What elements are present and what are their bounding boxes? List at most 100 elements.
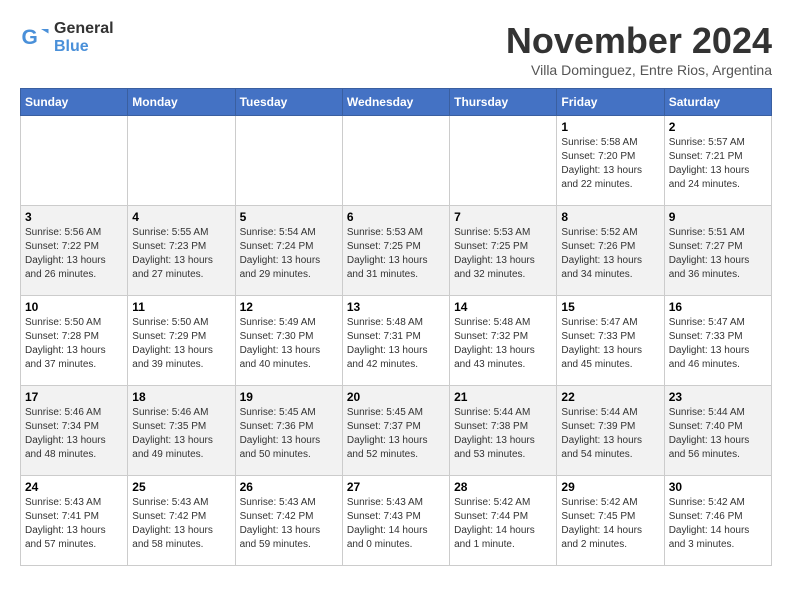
calendar-cell-4-0: 24 Sunrise: 5:43 AM Sunset: 7:41 PM Dayli… (21, 476, 128, 566)
day-number: 15 (561, 300, 659, 314)
calendar-cell-3-6: 23 Sunrise: 5:44 AM Sunset: 7:40 PM Dayli… (664, 386, 771, 476)
calendar-cell-4-3: 27 Sunrise: 5:43 AM Sunset: 7:43 PM Dayli… (342, 476, 449, 566)
day-info: Sunrise: 5:44 AM Sunset: 7:39 PM Dayligh… (561, 406, 659, 462)
day-info: Sunrise: 5:56 AM Sunset: 7:22 PM Dayligh… (25, 226, 123, 282)
day-info: Sunrise: 5:50 AM Sunset: 7:29 PM Dayligh… (132, 316, 230, 372)
calendar-week-5: 24 Sunrise: 5:43 AM Sunset: 7:41 PM Dayli… (21, 476, 772, 566)
calendar-cell-1-2: 5 Sunrise: 5:54 AM Sunset: 7:24 PM Daylig… (235, 206, 342, 296)
day-number: 12 (240, 300, 338, 314)
day-info: Sunrise: 5:54 AM Sunset: 7:24 PM Dayligh… (240, 226, 338, 282)
day-number: 21 (454, 390, 552, 404)
calendar-cell-3-5: 22Sunrise: 5:44 AM Sunset: 7:39 PM Dayli… (557, 386, 664, 476)
day-number: 3 (25, 210, 123, 224)
calendar-cell-1-1: 4 Sunrise: 5:55 AM Sunset: 7:23 PM Daylig… (128, 206, 235, 296)
calendar-body: 1 Sunrise: 5:58 AM Sunset: 7:20 PM Daylig… (21, 116, 772, 566)
day-number: 27 (347, 480, 445, 494)
day-number: 23 (669, 390, 767, 404)
day-number: 25 (132, 480, 230, 494)
day-number: 14 (454, 300, 552, 314)
day-info: Sunrise: 5:42 AM Sunset: 7:46 PM Dayligh… (669, 496, 767, 552)
calendar-cell-0-0 (21, 116, 128, 206)
day-number: 18 (132, 390, 230, 404)
calendar-cell-3-2: 19Sunrise: 5:45 AM Sunset: 7:36 PM Dayli… (235, 386, 342, 476)
calendar-week-1: 1 Sunrise: 5:58 AM Sunset: 7:20 PM Daylig… (21, 116, 772, 206)
logo-general: General (54, 20, 114, 38)
title-block: November 2024 Villa Dominguez, Entre Rio… (506, 20, 772, 78)
calendar-cell-2-5: 15 Sunrise: 5:47 AM Sunset: 7:33 PM Dayli… (557, 296, 664, 386)
calendar-cell-4-4: 28 Sunrise: 5:42 AM Sunset: 7:44 PM Dayli… (450, 476, 557, 566)
day-number: 10 (25, 300, 123, 314)
calendar-cell-3-1: 18Sunrise: 5:46 AM Sunset: 7:35 PM Dayli… (128, 386, 235, 476)
day-info: Sunrise: 5:43 AM Sunset: 7:43 PM Dayligh… (347, 496, 445, 552)
day-info: Sunrise: 5:58 AM Sunset: 7:20 PM Dayligh… (561, 136, 659, 192)
calendar-cell-2-1: 11 Sunrise: 5:50 AM Sunset: 7:29 PM Dayli… (128, 296, 235, 386)
calendar-cell-3-3: 20Sunrise: 5:45 AM Sunset: 7:37 PM Dayli… (342, 386, 449, 476)
day-info: Sunrise: 5:53 AM Sunset: 7:25 PM Dayligh… (347, 226, 445, 282)
day-number: 8 (561, 210, 659, 224)
day-number: 5 (240, 210, 338, 224)
day-info: Sunrise: 5:43 AM Sunset: 7:42 PM Dayligh… (240, 496, 338, 552)
calendar-cell-0-4 (450, 116, 557, 206)
day-info: Sunrise: 5:46 AM Sunset: 7:34 PM Dayligh… (25, 406, 123, 462)
day-number: 7 (454, 210, 552, 224)
header-sunday: Sunday (21, 89, 128, 116)
calendar-cell-1-5: 8 Sunrise: 5:52 AM Sunset: 7:26 PM Daylig… (557, 206, 664, 296)
day-info: Sunrise: 5:57 AM Sunset: 7:21 PM Dayligh… (669, 136, 767, 192)
day-info: Sunrise: 5:47 AM Sunset: 7:33 PM Dayligh… (561, 316, 659, 372)
day-info: Sunrise: 5:47 AM Sunset: 7:33 PM Dayligh… (669, 316, 767, 372)
calendar-week-2: 3 Sunrise: 5:56 AM Sunset: 7:22 PM Daylig… (21, 206, 772, 296)
header-thursday: Thursday (450, 89, 557, 116)
day-info: Sunrise: 5:43 AM Sunset: 7:42 PM Dayligh… (132, 496, 230, 552)
day-number: 30 (669, 480, 767, 494)
day-info: Sunrise: 5:51 AM Sunset: 7:27 PM Dayligh… (669, 226, 767, 282)
day-number: 6 (347, 210, 445, 224)
day-info: Sunrise: 5:45 AM Sunset: 7:36 PM Dayligh… (240, 406, 338, 462)
day-number: 4 (132, 210, 230, 224)
calendar-cell-0-1 (128, 116, 235, 206)
day-number: 28 (454, 480, 552, 494)
day-info: Sunrise: 5:44 AM Sunset: 7:40 PM Dayligh… (669, 406, 767, 462)
day-number: 11 (132, 300, 230, 314)
calendar-cell-1-0: 3 Sunrise: 5:56 AM Sunset: 7:22 PM Daylig… (21, 206, 128, 296)
calendar-cell-3-4: 21 Sunrise: 5:44 AM Sunset: 7:38 PM Dayli… (450, 386, 557, 476)
header-friday: Friday (557, 89, 664, 116)
location-subtitle: Villa Dominguez, Entre Rios, Argentina (506, 62, 772, 78)
svg-text:G: G (22, 26, 38, 49)
day-info: Sunrise: 5:55 AM Sunset: 7:23 PM Dayligh… (132, 226, 230, 282)
calendar-cell-2-3: 13 Sunrise: 5:48 AM Sunset: 7:31 PM Dayli… (342, 296, 449, 386)
day-number: 2 (669, 120, 767, 134)
calendar-cell-2-6: 16 Sunrise: 5:47 AM Sunset: 7:33 PM Dayli… (664, 296, 771, 386)
calendar-header: Sunday Monday Tuesday Wednesday Thursday… (21, 89, 772, 116)
month-title: November 2024 (506, 20, 772, 62)
header-tuesday: Tuesday (235, 89, 342, 116)
calendar-cell-1-3: 6 Sunrise: 5:53 AM Sunset: 7:25 PM Daylig… (342, 206, 449, 296)
day-number: 24 (25, 480, 123, 494)
day-number: 13 (347, 300, 445, 314)
logo-text: General Blue (54, 20, 114, 55)
day-number: 1 (561, 120, 659, 134)
day-info: Sunrise: 5:48 AM Sunset: 7:31 PM Dayligh… (347, 316, 445, 372)
calendar-cell-4-6: 30 Sunrise: 5:42 AM Sunset: 7:46 PM Dayli… (664, 476, 771, 566)
day-info: Sunrise: 5:42 AM Sunset: 7:44 PM Dayligh… (454, 496, 552, 552)
logo-blue: Blue (54, 38, 114, 56)
logo-icon: G (20, 23, 50, 53)
calendar-cell-4-2: 26 Sunrise: 5:43 AM Sunset: 7:42 PM Dayli… (235, 476, 342, 566)
calendar-cell-2-0: 10Sunrise: 5:50 AM Sunset: 7:28 PM Dayli… (21, 296, 128, 386)
calendar-cell-1-6: 9Sunrise: 5:51 AM Sunset: 7:27 PM Daylig… (664, 206, 771, 296)
day-info: Sunrise: 5:52 AM Sunset: 7:26 PM Dayligh… (561, 226, 659, 282)
header-wednesday: Wednesday (342, 89, 449, 116)
calendar-week-4: 17 Sunrise: 5:46 AM Sunset: 7:34 PM Dayli… (21, 386, 772, 476)
calendar-cell-4-5: 29Sunrise: 5:42 AM Sunset: 7:45 PM Dayli… (557, 476, 664, 566)
day-info: Sunrise: 5:43 AM Sunset: 7:41 PM Dayligh… (25, 496, 123, 552)
calendar-cell-0-5: 1 Sunrise: 5:58 AM Sunset: 7:20 PM Daylig… (557, 116, 664, 206)
calendar-cell-0-3 (342, 116, 449, 206)
day-info: Sunrise: 5:44 AM Sunset: 7:38 PM Dayligh… (454, 406, 552, 462)
calendar-table: Sunday Monday Tuesday Wednesday Thursday… (20, 88, 772, 566)
day-number: 17 (25, 390, 123, 404)
calendar-week-3: 10Sunrise: 5:50 AM Sunset: 7:28 PM Dayli… (21, 296, 772, 386)
calendar-cell-0-6: 2 Sunrise: 5:57 AM Sunset: 7:21 PM Daylig… (664, 116, 771, 206)
day-number: 26 (240, 480, 338, 494)
day-info: Sunrise: 5:53 AM Sunset: 7:25 PM Dayligh… (454, 226, 552, 282)
day-number: 16 (669, 300, 767, 314)
day-info: Sunrise: 5:48 AM Sunset: 7:32 PM Dayligh… (454, 316, 552, 372)
